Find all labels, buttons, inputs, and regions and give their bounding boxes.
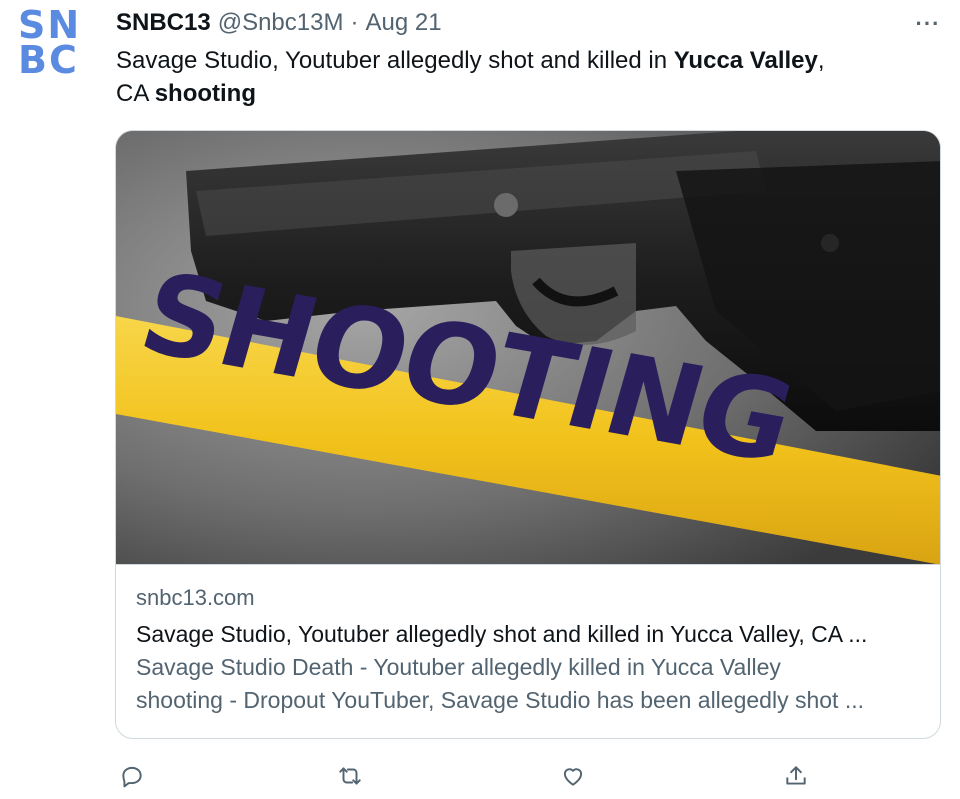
- author-name[interactable]: SNBC13: [116, 9, 211, 37]
- card-description-line: Savage Studio Death - Youtuber allegedly…: [136, 654, 781, 680]
- author-handle[interactable]: @Snbc13M: [218, 9, 344, 37]
- separator-dot: ·: [350, 9, 359, 36]
- share-button[interactable]: [778, 758, 814, 794]
- tweet-date[interactable]: Aug 21: [365, 9, 441, 37]
- card-domain: snbc13.com: [136, 585, 255, 610]
- tweet-header: SNBC13 @Snbc13M · Aug 21: [116, 6, 442, 40]
- card-body: snbc13.com Savage Studio, Youtuber alleg…: [136, 583, 926, 717]
- card-divider: [116, 564, 940, 565]
- reply-icon: [122, 766, 142, 788]
- retweet-button[interactable]: [332, 758, 368, 794]
- avatar[interactable]: SN BC: [18, 6, 90, 82]
- share-icon: [786, 766, 806, 785]
- card-image[interactable]: SHOOTING: [116, 131, 940, 564]
- card-description: Savage Studio Death - Youtuber allegedly…: [136, 651, 926, 717]
- avatar-line-2: BC: [18, 38, 79, 82]
- card-title: Savage Studio, Youtuber allegedly shot a…: [136, 621, 868, 647]
- tweet-text-part: ,: [817, 47, 825, 74]
- location-bold: Yucca Valley: [673, 47, 818, 74]
- card-description-line: shooting - Dropout YouTuber, Savage Stud…: [136, 687, 864, 713]
- retweet-icon: [339, 767, 361, 785]
- more-options-icon[interactable]: ···: [912, 10, 944, 38]
- shooting-image-graphic: SHOOTING: [116, 131, 940, 564]
- link-card[interactable]: SHOOTING snbc13.com Savage Studio, Youtu…: [115, 130, 941, 739]
- tweet[interactable]: SN BC SNBC13 @Snbc13M · Aug 21 ··· Savag…: [0, 0, 960, 799]
- reply-button[interactable]: [114, 758, 150, 794]
- like-icon: [563, 768, 583, 786]
- tweet-text: Savage Studio, Youtuber allegedly shot a…: [116, 44, 896, 110]
- tweet-text-part: Savage Studio, Youtuber allegedly shot a…: [116, 47, 674, 74]
- action-bar: [0, 758, 960, 794]
- like-button[interactable]: [555, 758, 591, 794]
- keyword-bold: shooting: [154, 80, 256, 107]
- tweet-text-part: CA: [116, 80, 155, 107]
